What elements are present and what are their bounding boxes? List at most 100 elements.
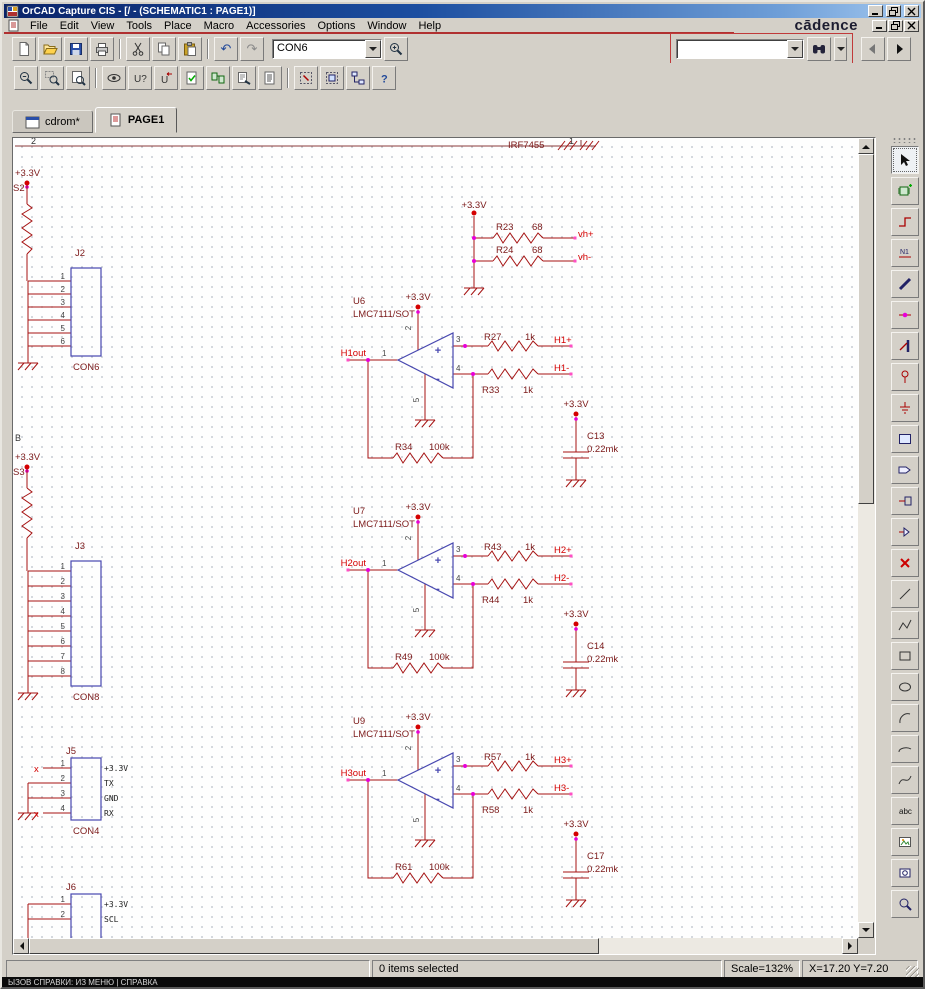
svg-text:C17[interactable]: C17 <box>587 851 604 862</box>
svg-text:100k[interactable]: 100k <box>429 442 450 453</box>
connector-j2[interactable]: J2 CON6 1 2 3 4 5 6 <box>18 248 101 373</box>
place-picture-button[interactable] <box>891 828 919 856</box>
scroll-up-button[interactable] <box>858 138 874 154</box>
svg-text:+3.3V[interactable]: +3.3V <box>15 168 41 179</box>
menu-view[interactable]: View <box>85 18 121 33</box>
paste-button[interactable] <box>178 37 202 61</box>
mdi-close-button[interactable] <box>904 20 919 32</box>
svg-text:H3-[interactable]: H3- <box>554 783 569 794</box>
menu-macro[interactable]: Macro <box>198 18 241 33</box>
search-options-dropdown[interactable] <box>834 37 847 61</box>
tab-project-cdrom[interactable]: cdrom* <box>12 110 93 133</box>
save-button[interactable] <box>64 37 88 61</box>
scroll-left-button[interactable] <box>13 938 29 954</box>
svg-text:J3[interactable]: J3 <box>75 541 85 552</box>
open-button[interactable] <box>38 37 62 61</box>
connector-j6[interactable]: J6 1 2 +3.3V SCL <box>28 882 128 938</box>
new-document-button[interactable] <box>12 37 36 61</box>
place-ole-object-button[interactable] <box>891 859 919 887</box>
svg-text:+3.3V[interactable]: +3.3V <box>461 200 487 211</box>
create-netlist-button[interactable] <box>206 66 230 90</box>
svg-text:R34[interactable]: R34 <box>395 442 412 453</box>
menu-edit[interactable]: Edit <box>54 18 85 33</box>
opamp-stage-u7[interactable]: + - +3.3V U7 LMC7111/SOT H2out 1 2 <box>341 502 619 697</box>
opamp-stage-u9[interactable]: + - +3.3V U9 LMC7111/SOT H3out 1 2 <box>341 712 619 907</box>
svg-text:+3.3V[interactable]: +3.3V <box>563 819 589 830</box>
svg-text:68[interactable]: 68 <box>532 222 543 233</box>
bill-of-materials-button[interactable] <box>258 66 282 90</box>
svg-text:S3[interactable]: S3 <box>13 467 25 478</box>
horizontal-scrollbar[interactable] <box>13 938 858 954</box>
svg-text:H3+[interactable]: H3+ <box>554 755 572 766</box>
svg-text:H1out[interactable]: H1out <box>341 348 367 359</box>
place-bus-entry-button[interactable] <box>891 332 919 360</box>
place-ground-button[interactable] <box>891 394 919 422</box>
svg-text:+3.3V[interactable]: +3.3V <box>405 712 431 723</box>
zoom-area-button[interactable] <box>40 66 64 90</box>
zoom-all-button[interactable] <box>66 66 90 90</box>
zoom-tool-button[interactable] <box>891 890 919 918</box>
svg-text:LMC7111/SOT[interactable]: LMC7111/SOT <box>353 519 415 530</box>
svg-text:R43[interactable]: R43 <box>484 542 501 553</box>
area-select-button[interactable] <box>320 66 344 90</box>
search-dropdown-button[interactable] <box>787 40 803 58</box>
tab-page1[interactable]: PAGE1 <box>95 107 177 133</box>
svg-text:J5[interactable]: J5 <box>66 746 76 757</box>
place-pin-button[interactable] <box>891 487 919 515</box>
svg-text:R44[interactable]: R44 <box>482 595 499 606</box>
title-bar[interactable]: OrCAD Capture CIS - [/ - (SCHEMATIC1 : P… <box>4 4 921 18</box>
svg-text:0.22mk[interactable]: 0.22mk <box>587 444 618 455</box>
svg-text:U9[interactable]: U9 <box>353 716 365 727</box>
svg-text:68[interactable]: 68 <box>532 245 543 256</box>
search-combo[interactable] <box>676 39 804 59</box>
vertical-scrollbar[interactable] <box>858 138 875 938</box>
svg-text:+3.3V[interactable]: +3.3V <box>563 609 589 620</box>
combo-dropdown-button[interactable] <box>365 40 381 58</box>
svg-text:U6[interactable]: U6 <box>353 296 365 307</box>
svg-text:1k[interactable]: 1k <box>523 385 533 396</box>
menu-accessories[interactable]: Accessories <box>240 18 311 33</box>
place-text-button[interactable]: abc <box>891 797 919 825</box>
svg-text:R58[interactable]: R58 <box>482 805 499 816</box>
previous-button[interactable] <box>861 37 885 61</box>
svg-text:CON6[interactable]: CON6 <box>73 362 99 373</box>
place-wire-button[interactable] <box>891 208 919 236</box>
back-annotate-button[interactable]: U <box>154 66 178 90</box>
menu-window[interactable]: Window <box>361 18 412 33</box>
horizontal-scroll-thumb[interactable] <box>29 938 599 954</box>
document-icon[interactable] <box>7 19 21 32</box>
place-bezier-button[interactable] <box>891 766 919 794</box>
connector-j5[interactable]: J5 CON4 1 2 3 4 x x +3.3V TX GND RX <box>18 746 128 837</box>
undo-button[interactable]: ↶ <box>214 37 238 61</box>
svg-text:C13[interactable]: C13 <box>587 431 604 442</box>
opamp-stage-u6[interactable]: + - +3.3V U6 LMC7111/SOT H1out 1 2 <box>341 292 619 487</box>
vh-network[interactable]: +3.3V R23 68 vh+ R24 68 vh- <box>461 200 594 295</box>
svg-text:R57[interactable]: R57 <box>484 752 501 763</box>
scroll-down-button[interactable] <box>858 922 874 938</box>
svg-text:1k[interactable]: 1k <box>525 332 535 343</box>
svg-text:+3.3V[interactable]: +3.3V <box>405 292 431 303</box>
design-rules-check-button[interactable] <box>180 66 204 90</box>
place-rectangle-button[interactable] <box>891 642 919 670</box>
svg-text:vh+[interactable]: vh+ <box>578 229 594 240</box>
menu-tools[interactable]: Tools <box>120 18 158 33</box>
place-off-page-connector-button[interactable] <box>891 518 919 546</box>
place-port-button[interactable] <box>891 456 919 484</box>
place-power-button[interactable] <box>891 363 919 391</box>
svg-text:J2[interactable]: J2 <box>75 248 85 259</box>
redo-button[interactable]: ↷ <box>240 37 264 61</box>
svg-text:H3out[interactable]: H3out <box>341 768 367 779</box>
place-no-connect-button[interactable] <box>891 549 919 577</box>
place-polyline-button[interactable] <box>891 611 919 639</box>
power-s2[interactable]: +3.3V S2 <box>13 168 41 281</box>
svg-text:100k[interactable]: 100k <box>429 862 450 873</box>
part-ref-irf7455[interactable]: IRF7455 <box>508 140 544 151</box>
place-ellipse-button[interactable] <box>891 673 919 701</box>
close-button[interactable] <box>904 5 919 17</box>
svg-text:LMC7111/SOT[interactable]: LMC7111/SOT <box>353 309 415 320</box>
svg-text:H2+[interactable]: H2+ <box>554 545 572 556</box>
minimize-button[interactable] <box>868 5 883 17</box>
visibility-eye-button[interactable] <box>102 66 126 90</box>
svg-text:R33[interactable]: R33 <box>482 385 499 396</box>
vertical-scroll-thumb[interactable] <box>858 154 874 504</box>
